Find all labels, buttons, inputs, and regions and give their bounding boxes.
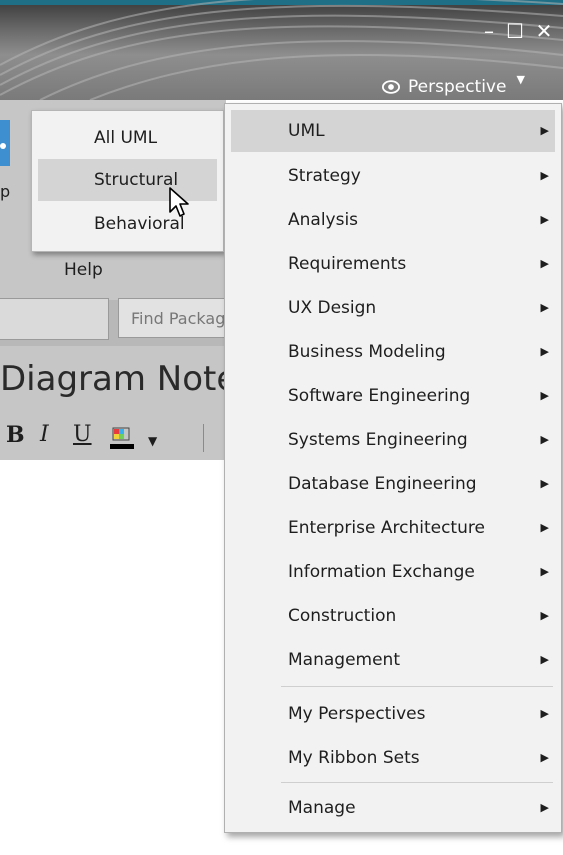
menu-divider	[281, 686, 553, 687]
diagram-notes-title: Diagram Notes	[0, 359, 226, 399]
chevron-right-icon: ▶	[540, 301, 549, 314]
ribbon-partial-label: p	[0, 182, 11, 201]
font-color-icon[interactable]	[108, 426, 136, 450]
ribbon-blue-dot	[0, 143, 6, 149]
title-bar: – ☐ ✕ Perspective ▼	[0, 0, 563, 100]
minimize-icon[interactable]: –	[476, 18, 502, 44]
menu-item-label: Analysis	[288, 210, 359, 230]
eye-icon	[382, 80, 400, 94]
menu-item-label: Systems Engineering	[288, 430, 468, 450]
menu-item-manage[interactable]: Manage ▶	[231, 787, 555, 829]
chevron-right-icon: ▶	[540, 433, 549, 446]
chevron-right-icon: ▶	[540, 609, 549, 622]
chevron-right-icon: ▶	[540, 124, 549, 137]
menu-item-my-perspectives[interactable]: My Perspectives ▶	[231, 693, 555, 735]
menu-item-label: UML	[288, 121, 325, 141]
bold-button[interactable]: B	[6, 420, 25, 450]
mouse-pointer-icon	[169, 187, 189, 217]
menu-item-strategy[interactable]: Strategy ▶	[231, 155, 555, 197]
chevron-right-icon: ▶	[540, 169, 549, 182]
maximize-icon[interactable]: ☐	[502, 18, 528, 44]
perspective-menu: UML ▶ Strategy ▶ Analysis ▶ Requirements ▶ U…	[224, 103, 562, 833]
menu-item-label: Enterprise Architecture	[288, 518, 485, 538]
submenu-item-all-uml[interactable]: All UML	[38, 117, 217, 159]
menu-item-management[interactable]: Management ▶	[231, 639, 555, 681]
menu-item-label: Strategy	[288, 166, 361, 186]
chevron-right-icon: ▶	[540, 801, 549, 814]
toolbar-divider	[203, 424, 204, 452]
italic-button[interactable]: I	[40, 420, 49, 450]
menu-item-systems-engineering[interactable]: Systems Engineering ▶	[231, 419, 555, 461]
chevron-right-icon: ▶	[540, 477, 549, 490]
close-icon[interactable]: ✕	[531, 18, 557, 44]
chevron-right-icon: ▶	[540, 653, 549, 666]
menu-item-analysis[interactable]: Analysis ▶	[231, 199, 555, 241]
menu-divider	[281, 782, 553, 783]
chevron-down-icon: ▼	[516, 72, 525, 86]
menu-item-label: Information Exchange	[288, 562, 475, 582]
chevron-right-icon: ▶	[540, 521, 549, 534]
menu-item-ux-design[interactable]: UX Design ▶	[231, 287, 555, 329]
menu-item-label: Business Modeling	[288, 342, 446, 362]
search-input[interactable]	[0, 298, 109, 340]
chevron-right-icon: ▶	[540, 707, 549, 720]
menu-item-requirements[interactable]: Requirements ▶	[231, 243, 555, 285]
perspective-button[interactable]: Perspective ▼	[370, 70, 563, 100]
chevron-right-icon: ▶	[540, 257, 549, 270]
menu-item-business-modeling[interactable]: Business Modeling ▶	[231, 331, 555, 373]
menu-item-label: Database Engineering	[288, 474, 477, 494]
chevron-right-icon: ▶	[540, 345, 549, 358]
menu-item-information-exchange[interactable]: Information Exchange ▶	[231, 551, 555, 593]
chevron-down-icon[interactable]: ▼	[148, 426, 157, 456]
menu-item-label: Software Engineering	[288, 386, 471, 406]
menu-item-label: UX Design	[288, 298, 377, 318]
menu-item-label: Management	[288, 650, 400, 670]
find-package-input[interactable]: Find Package	[118, 298, 228, 338]
perspective-label: Perspective	[408, 77, 507, 97]
chevron-right-icon: ▶	[540, 213, 549, 226]
underline-button[interactable]: U	[73, 420, 92, 450]
menu-item-label: Construction	[288, 606, 397, 626]
menu-item-construction[interactable]: Construction ▶	[231, 595, 555, 637]
uml-submenu: All UML Structural Behavioral	[31, 110, 224, 252]
chevron-right-icon: ▶	[540, 565, 549, 578]
menu-item-enterprise-architecture[interactable]: Enterprise Architecture ▶	[231, 507, 555, 549]
menu-item-software-engineering[interactable]: Software Engineering ▶	[231, 375, 555, 417]
chevron-right-icon: ▶	[540, 751, 549, 764]
chevron-right-icon: ▶	[540, 389, 549, 402]
menu-item-database-engineering[interactable]: Database Engineering ▶	[231, 463, 555, 505]
menu-item-my-ribbon-sets[interactable]: My Ribbon Sets ▶	[231, 737, 555, 779]
menu-item-label: My Perspectives	[288, 704, 426, 724]
menu-item-label: Manage	[288, 798, 356, 818]
ribbon-tab-help[interactable]: Help	[64, 260, 103, 280]
menu-item-uml[interactable]: UML ▶	[231, 110, 555, 152]
menu-item-label: My Ribbon Sets	[288, 748, 420, 768]
menu-item-label: Requirements	[288, 254, 407, 274]
format-toolbar: B I U ▼	[0, 414, 226, 460]
